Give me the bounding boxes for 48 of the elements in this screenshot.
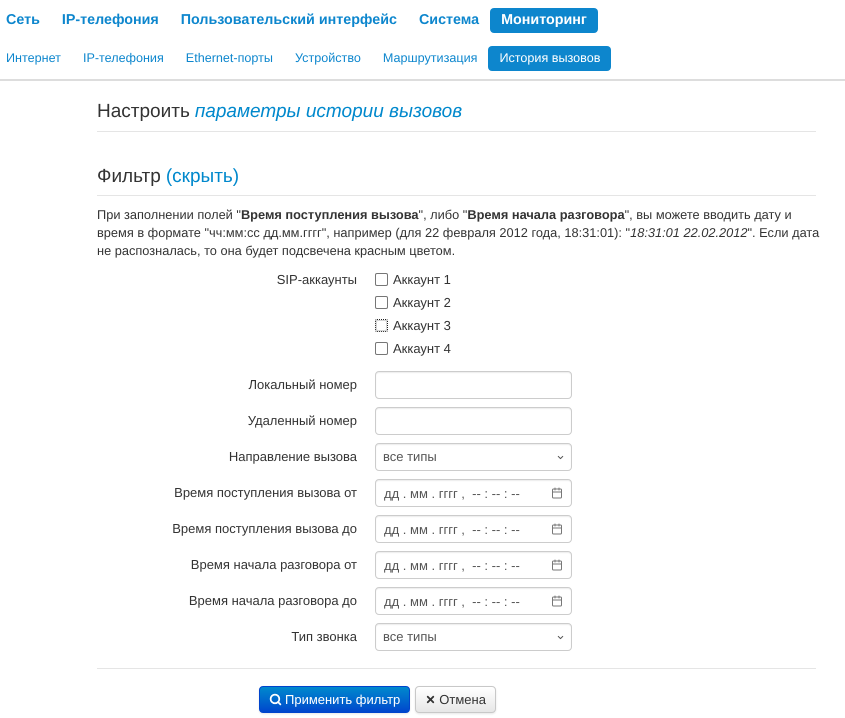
cancel-button[interactable]: Отмена	[415, 686, 496, 713]
select-field[interactable]: все типы	[375, 443, 572, 471]
nav-tab[interactable]: Устройство	[284, 46, 372, 71]
hide-link[interactable]: (скрыть)	[166, 167, 240, 187]
checkbox[interactable]	[375, 273, 388, 286]
hint-text: При заполнении полей "Время поступления вызова", либо "Время начала разговора", вы можете вводить дату и время в формате "чч:мм:сс дд.мм.гггг", например (для 22 февраля 2012 года, 18:31:01): "18:31:01 22.02.2012". Если дата не распозналась, то она будет подсвечена красным цветом.	[97, 206, 820, 260]
nav-tab[interactable]: Маршрутизация	[372, 46, 488, 71]
nav-tab[interactable]: IP-телефония	[72, 46, 175, 71]
nav-tab[interactable]: Интернет	[0, 46, 72, 71]
field-label: Время поступления вызова от	[174, 484, 357, 502]
text-input[interactable]	[375, 371, 572, 399]
select-field[interactable]: все типы	[375, 623, 572, 651]
field-label: SIP-аккаунты	[276, 270, 357, 289]
field-label: Тип звонка	[291, 628, 357, 646]
checkbox-label: Аккаунт 4	[393, 340, 451, 358]
checkbox-label: Аккаунт 2	[393, 294, 451, 312]
checkbox[interactable]	[375, 342, 388, 355]
search-icon	[269, 693, 282, 706]
text-input[interactable]	[375, 407, 572, 435]
field-label: Направление вызова	[228, 448, 357, 466]
field-label: Время поступления вызова до	[172, 520, 357, 538]
settings-link[interactable]: параметры истории вызовов	[194, 102, 462, 122]
heading-text: Настроить	[97, 102, 190, 122]
nav-tab[interactable]: Ethernet-порты	[174, 46, 284, 71]
filter-heading: Фильтр	[97, 167, 161, 187]
nav-tab[interactable]: История вызовов	[488, 46, 612, 71]
nav-tab[interactable]: IP-телефония	[50, 8, 170, 33]
datetime-field[interactable]: дд . мм . гггг , -- : -- : --	[375, 587, 572, 615]
nav-tab[interactable]: Система	[408, 8, 490, 33]
nav-tab[interactable]: Пользовательский интерфейс	[170, 8, 408, 33]
field-label: Время начала разговора от	[190, 556, 357, 574]
datetime-field[interactable]: дд . мм . гггг , -- : -- : --	[375, 479, 572, 507]
checkbox-label: Аккаунт 1	[393, 270, 451, 289]
datetime-field[interactable]: дд . мм . гггг , -- : -- : --	[375, 551, 572, 579]
calendar-icon	[551, 595, 563, 607]
nav-tab[interactable]: Мониторинг	[490, 8, 598, 33]
close-icon	[425, 694, 436, 705]
apply-filter-button[interactable]: Применить фильтр	[259, 686, 410, 713]
field-label: Удаленный номер	[248, 412, 357, 430]
field-label: Локальный номер	[248, 376, 357, 394]
nav-tab[interactable]: Сеть	[0, 8, 51, 33]
datetime-field[interactable]: дд . мм . гггг , -- : -- : --	[375, 515, 572, 543]
calendar-icon	[551, 523, 563, 535]
checkbox-label: Аккаунт 3	[393, 316, 451, 335]
field-label: Время начала разговора до	[188, 592, 357, 610]
calendar-icon	[551, 487, 563, 499]
checkbox[interactable]	[375, 296, 388, 309]
calendar-icon	[551, 559, 563, 571]
